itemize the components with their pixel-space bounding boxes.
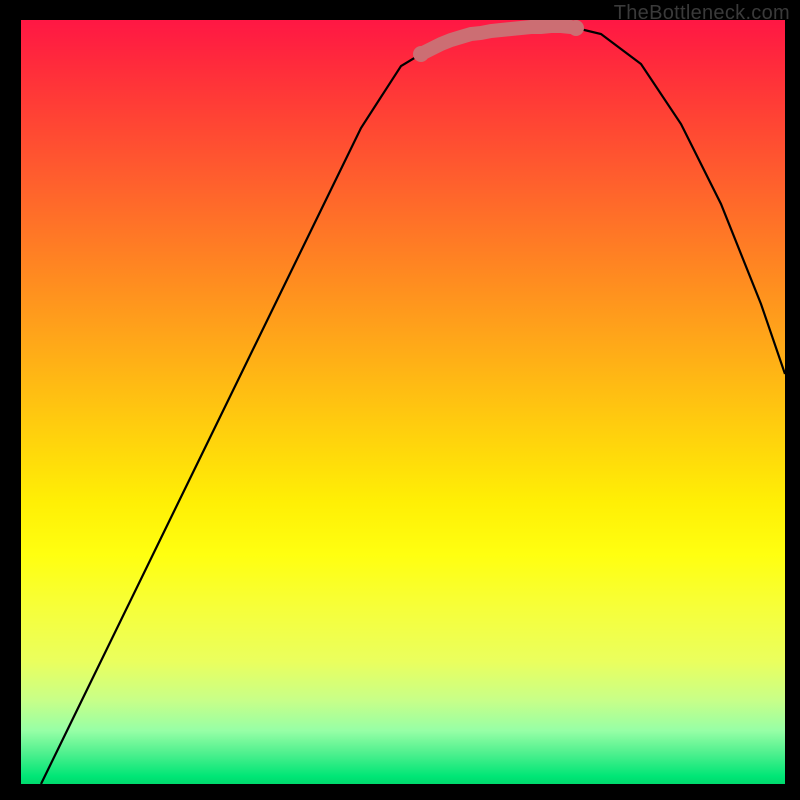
highlight-band-endpoint (413, 46, 429, 62)
bottleneck-curve-layer (21, 20, 785, 784)
highlight-band-endpoint (568, 20, 584, 36)
plot-area (21, 20, 785, 784)
chart-stage: TheBottleneck.com (0, 0, 800, 800)
highlight-band (413, 20, 584, 62)
bottleneck-curve (41, 26, 785, 784)
watermark-text: TheBottleneck.com (614, 2, 790, 25)
highlight-band-stroke (421, 26, 576, 54)
